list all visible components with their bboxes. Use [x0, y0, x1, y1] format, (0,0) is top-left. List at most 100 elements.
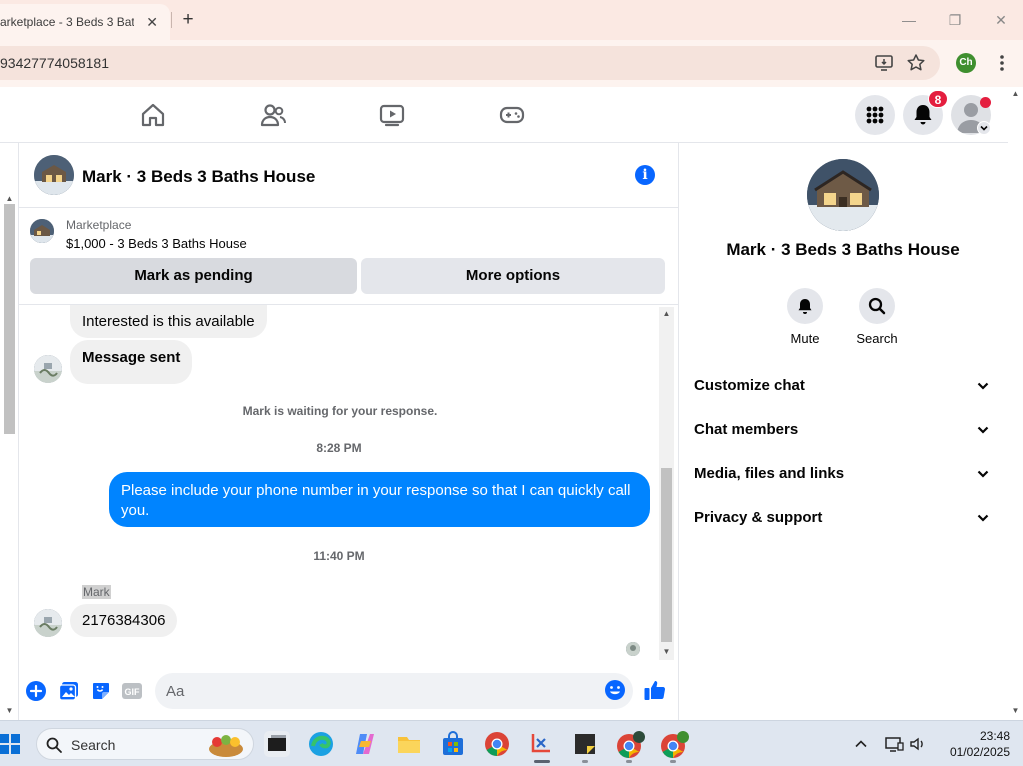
left-scrollbar-thumb[interactable] [4, 204, 15, 434]
menu-grid-button[interactable] [855, 95, 895, 135]
taskbar-search-box[interactable]: Search [36, 728, 254, 760]
chat-members-row[interactable]: Chat members [694, 415, 994, 445]
sticky-notes-icon[interactable] [572, 731, 598, 757]
chat-info-icon[interactable]: i [635, 165, 655, 185]
minimize-icon[interactable]: — [899, 10, 919, 30]
timestamp: 11:40 PM [313, 549, 365, 563]
section-label: Media, files and links [694, 465, 845, 482]
browser-menu-icon[interactable] [996, 52, 1008, 74]
chrome-profile-icon[interactable] [616, 731, 645, 758]
tab-close-icon[interactable]: ✕ [146, 14, 158, 31]
running-app-indicator [670, 760, 676, 763]
mark-as-pending-button[interactable]: Mark as pending [30, 258, 357, 294]
search-in-chat-button[interactable]: Search [847, 288, 907, 346]
clock-time: 23:48 [979, 729, 1010, 743]
taskbar-search-label: Search [71, 737, 116, 753]
seen-receipt-avatar [626, 642, 640, 656]
message-bubble-received[interactable]: Interested is this available [70, 305, 267, 338]
plus-icon[interactable] [25, 680, 47, 702]
edge-browser-icon[interactable] [308, 731, 334, 757]
like-thumb-icon[interactable] [643, 678, 666, 700]
restore-icon[interactable]: ❐ [945, 10, 965, 30]
chevron-down-icon [976, 511, 990, 525]
left-scroll-down-icon[interactable]: ▼ [2, 706, 17, 715]
waiting-note: Mark is waiting for your response. [242, 404, 438, 418]
copilot-icon[interactable] [352, 731, 378, 757]
running-app-indicator [626, 760, 632, 763]
taskbar-clock[interactable]: 23:48 01/02/2025 [930, 728, 1010, 760]
chat-details-title: Mark · 3 Beds 3 Baths House [726, 240, 960, 259]
browser-tab[interactable]: arketplace - 3 Beds 3 Baths ✕ [0, 4, 170, 40]
install-app-icon[interactable] [874, 53, 894, 73]
chat-details-avatar[interactable] [807, 159, 879, 231]
mute-button[interactable]: Mute [775, 288, 835, 346]
page-scrollbar-track[interactable] [1008, 87, 1023, 720]
account-alert-dot [980, 97, 991, 108]
notifications-count-badge: 8 [928, 90, 948, 108]
search-icon [868, 297, 886, 315]
customize-chat-row[interactable]: Customize chat [694, 371, 994, 401]
chevron-down-icon [976, 467, 990, 481]
task-view-icon[interactable] [264, 731, 290, 757]
sender-avatar[interactable] [34, 355, 62, 383]
tab-title: arketplace - 3 Beds 3 Baths [0, 15, 134, 29]
message-bubble-received[interactable]: Message sent [70, 340, 193, 384]
close-window-icon[interactable]: ✕ [991, 10, 1011, 30]
volume-icon[interactable] [908, 734, 928, 754]
bookmark-star-icon[interactable] [906, 53, 926, 73]
sender-avatar[interactable] [34, 609, 62, 637]
sticker-icon[interactable] [90, 680, 112, 702]
messages-scrollbar-thumb[interactable] [661, 468, 672, 642]
message-input[interactable] [155, 673, 633, 709]
more-options-button[interactable]: More options [361, 258, 665, 294]
new-tab-button[interactable]: + [178, 10, 198, 30]
gaming-icon[interactable] [498, 101, 526, 129]
file-explorer-icon[interactable] [396, 731, 422, 757]
address-bar[interactable]: 93427774058181 [0, 46, 940, 80]
chrome-profile-ch-icon[interactable] [660, 731, 689, 758]
mute-label: Mute [790, 331, 820, 346]
section-label: Customize chat [694, 377, 805, 394]
chat-title[interactable]: Mark · 3 Beds 3 Baths House [82, 167, 315, 187]
url-text: 93427774058181 [0, 55, 110, 71]
snipping-tool-icon[interactable] [528, 731, 554, 757]
chrome-icon[interactable] [484, 731, 510, 757]
photo-icon[interactable] [58, 680, 80, 702]
home-icon[interactable] [139, 101, 167, 129]
listing-title[interactable]: $1,000 - 3 Beds 3 Baths House [66, 236, 247, 251]
tray-overflow-chevron-icon[interactable] [854, 737, 868, 751]
windows-start-icon[interactable] [0, 734, 22, 754]
message-text: Please include your phone number in your… [121, 482, 631, 519]
gif-icon[interactable]: GIF [121, 680, 143, 702]
media-files-links-row[interactable]: Media, files and links [694, 459, 994, 489]
page-scroll-down-icon[interactable]: ▼ [1008, 706, 1023, 715]
privacy-support-row[interactable]: Privacy & support [694, 503, 994, 533]
address-bar-row: 93427774058181 [0, 40, 1023, 87]
search-icon [46, 737, 62, 753]
left-scroll-up-icon[interactable]: ▲ [2, 194, 17, 203]
message-bubble-received[interactable]: 2176384306 [70, 604, 178, 637]
page-scroll-up-icon[interactable]: ▲ [1008, 89, 1023, 98]
watch-video-icon[interactable] [378, 101, 406, 129]
messages-scroll-down-icon[interactable]: ▼ [659, 647, 674, 656]
message-text: Message sent [82, 349, 181, 366]
tab-divider [171, 12, 172, 28]
bell-mute-icon [798, 299, 812, 314]
listing-thumbnail[interactable] [30, 219, 54, 243]
menu-grid-icon [866, 106, 884, 124]
messages-scroll-up-icon[interactable]: ▲ [659, 309, 674, 318]
active-app-indicator [534, 760, 550, 763]
emoji-icon[interactable] [604, 679, 626, 701]
search-label: Search [856, 331, 898, 346]
svg-text:GIF: GIF [125, 687, 141, 697]
friends-icon[interactable] [259, 101, 287, 129]
microsoft-store-icon[interactable] [440, 731, 466, 757]
marketplace-label: Marketplace [66, 218, 132, 232]
message-text: Interested is this available [82, 313, 255, 330]
account-chevron-icon[interactable] [977, 121, 991, 135]
browser-profile-avatar[interactable]: Ch [956, 53, 976, 73]
chat-avatar[interactable] [34, 155, 74, 195]
message-bubble-sent[interactable]: Please include your phone number in your… [109, 472, 650, 527]
network-icon[interactable] [884, 734, 904, 754]
timestamp: 8:28 PM [316, 441, 362, 455]
